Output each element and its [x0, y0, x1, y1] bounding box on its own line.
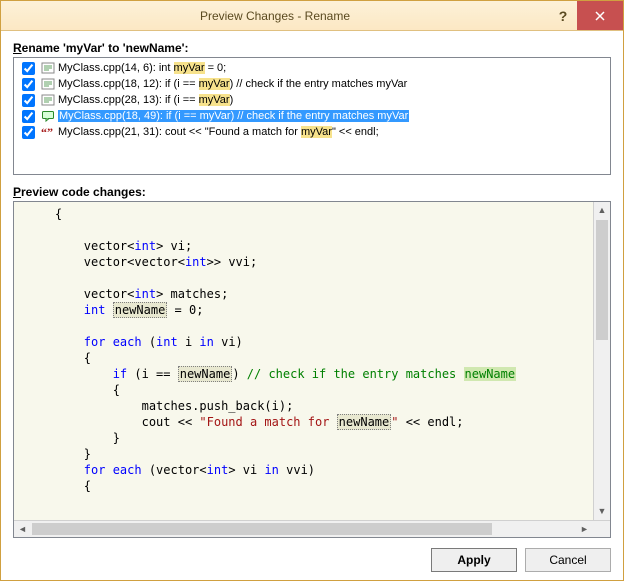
close-icon — [595, 11, 605, 21]
change-row[interactable]: MyClass.cpp(28, 13): if (i == myVar) — [14, 92, 610, 108]
row-checkbox[interactable] — [22, 110, 35, 123]
help-button[interactable]: ? — [549, 1, 577, 30]
change-row[interactable]: MyClass.cpp(18, 12): if (i == myVar) // … — [14, 76, 610, 92]
dialog-window: Preview Changes - Rename ? Rename 'myVar… — [0, 0, 624, 581]
code-preview-area: { vector<int> vi; vector<vector<int>> vv… — [13, 201, 611, 538]
code-content: { vector<int> vi; vector<vector<int>> vv… — [14, 206, 593, 502]
titlebar-buttons: ? — [549, 1, 623, 30]
scroll-up-arrow-icon[interactable]: ▲ — [594, 202, 610, 219]
code-icon — [41, 93, 55, 107]
row-text: MyClass.cpp(18, 12): if (i == myVar) // … — [58, 78, 407, 90]
scroll-down-arrow-icon[interactable]: ▼ — [594, 503, 610, 520]
svg-text:“”: “” — [41, 125, 53, 139]
dialog-button-bar: Apply Cancel — [13, 538, 611, 572]
string-icon: “” — [41, 125, 55, 139]
vertical-scroll-thumb[interactable] — [596, 220, 608, 340]
changes-list[interactable]: MyClass.cpp(14, 6): int myVar = 0; MyClas… — [13, 57, 611, 175]
row-text: MyClass.cpp(21, 31): cout << "Found a ma… — [58, 126, 379, 138]
horizontal-scrollbar[interactable]: ◄ ► — [14, 520, 610, 537]
preview-section-label: Preview code changes: — [13, 185, 611, 199]
code-icon — [41, 61, 55, 75]
dialog-content: Rename 'myVar' to 'newName': MyClass.cpp… — [1, 31, 623, 580]
change-row[interactable]: MyClass.cpp(18, 49): if (i == myVar) // … — [14, 108, 610, 124]
horizontal-scroll-thumb[interactable] — [32, 523, 492, 535]
row-checkbox[interactable] — [22, 94, 35, 107]
row-text: MyClass.cpp(14, 6): int myVar = 0; — [58, 62, 226, 74]
title-bar: Preview Changes - Rename ? — [1, 1, 623, 31]
scroll-right-arrow-icon[interactable]: ► — [576, 521, 593, 537]
change-row[interactable]: “” MyClass.cpp(21, 31): cout << "Found a … — [14, 124, 610, 140]
row-checkbox[interactable] — [22, 126, 35, 139]
cancel-button[interactable]: Cancel — [525, 548, 611, 572]
row-checkbox[interactable] — [22, 62, 35, 75]
scroll-left-arrow-icon[interactable]: ◄ — [14, 521, 31, 537]
row-checkbox[interactable] — [22, 78, 35, 91]
row-text: MyClass.cpp(28, 13): if (i == myVar) — [58, 94, 233, 106]
window-title: Preview Changes - Rename — [1, 9, 549, 23]
scroll-corner — [593, 521, 610, 537]
code-icon — [41, 77, 55, 91]
code-preview-viewport[interactable]: { vector<int> vi; vector<vector<int>> vv… — [14, 202, 593, 520]
apply-button[interactable]: Apply — [431, 548, 517, 572]
row-text: MyClass.cpp(18, 49): if (i == myVar) // … — [58, 110, 409, 122]
vertical-scrollbar[interactable]: ▲ ▼ — [593, 202, 610, 520]
rename-section-label: Rename 'myVar' to 'newName': — [13, 41, 611, 55]
close-button[interactable] — [577, 1, 623, 30]
comment-icon — [41, 109, 55, 123]
change-row[interactable]: MyClass.cpp(14, 6): int myVar = 0; — [14, 60, 610, 76]
